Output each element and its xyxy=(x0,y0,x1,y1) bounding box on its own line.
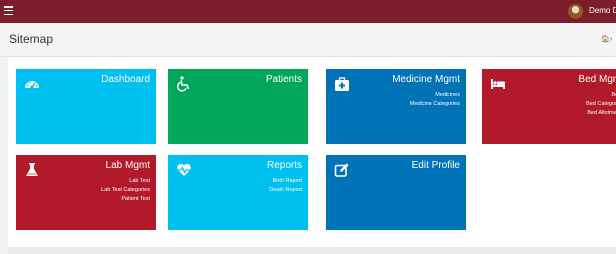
wheelchair-icon xyxy=(176,76,190,92)
link-medicine-categories[interactable]: Medicine Categories xyxy=(410,100,460,109)
tile-title: Patients xyxy=(265,74,302,85)
footer xyxy=(8,247,616,254)
user-name[interactable]: Demo Doctor xyxy=(589,6,616,15)
dashboard-gauge-icon xyxy=(25,81,39,89)
link-beds[interactable]: Beds xyxy=(586,91,616,100)
hamburger-icon[interactable] xyxy=(4,6,13,15)
tile-title: Bed Mgmt xyxy=(578,74,616,85)
bed-icon xyxy=(491,79,505,89)
link-bed-categories[interactable]: Bed Categories xyxy=(586,100,616,109)
flask-icon xyxy=(26,163,38,176)
tile-title: Dashboard xyxy=(101,74,150,85)
sitemap-content: Dashboard Patients Medicine Mgmt Medicin… xyxy=(8,57,616,247)
tile-title: Lab Mgmt xyxy=(105,160,150,171)
link-medicines[interactable]: Medicines xyxy=(410,91,460,100)
tile-bed-mgmt[interactable]: Bed Mgmt Beds Bed Categories Bed Allotme… xyxy=(482,69,616,144)
tile-title: Medicine Mgmt xyxy=(392,74,460,85)
link-lab-test-categories[interactable]: Lab Test Categories xyxy=(101,186,150,195)
tile-links: Beds Bed Categories Bed Allotments xyxy=(586,91,616,118)
tile-title: Reports xyxy=(266,160,302,171)
link-birth-report[interactable]: Birth Report xyxy=(269,177,302,186)
heartbeat-icon xyxy=(177,164,191,176)
user-avatar[interactable] xyxy=(568,4,583,19)
page-title: Sitemap xyxy=(9,32,54,46)
link-bed-allotments[interactable]: Bed Allotments xyxy=(586,109,616,118)
edit-icon xyxy=(334,163,349,177)
tile-dashboard[interactable]: Dashboard xyxy=(16,69,156,144)
tile-medicine-mgmt[interactable]: Medicine Mgmt Medicines Medicine Categor… xyxy=(326,69,466,144)
link-lab-test[interactable]: Lab Test xyxy=(101,177,150,186)
breadcrumb[interactable]: 🏠› xyxy=(601,35,612,43)
tile-reports[interactable]: Reports Birth Report Death Report xyxy=(168,155,308,230)
tile-edit-profile[interactable]: Edit Profile xyxy=(326,155,466,230)
tile-links: Medicines Medicine Categories xyxy=(410,91,460,109)
top-navbar: Demo Doctor xyxy=(0,0,616,23)
page-header: Sitemap 🏠› xyxy=(0,23,616,57)
medkit-icon xyxy=(335,77,349,91)
link-death-report[interactable]: Death Report xyxy=(269,186,302,195)
tile-lab-mgmt[interactable]: Lab Mgmt Lab Test Lab Test Categories Pa… xyxy=(16,155,156,230)
tile-title: Edit Profile xyxy=(411,160,460,171)
tile-links: Lab Test Lab Test Categories Patient Tes… xyxy=(101,177,150,204)
link-patient-test[interactable]: Patient Test xyxy=(101,195,150,204)
tile-links: Birth Report Death Report xyxy=(269,177,302,195)
tile-patients[interactable]: Patients xyxy=(168,69,308,144)
